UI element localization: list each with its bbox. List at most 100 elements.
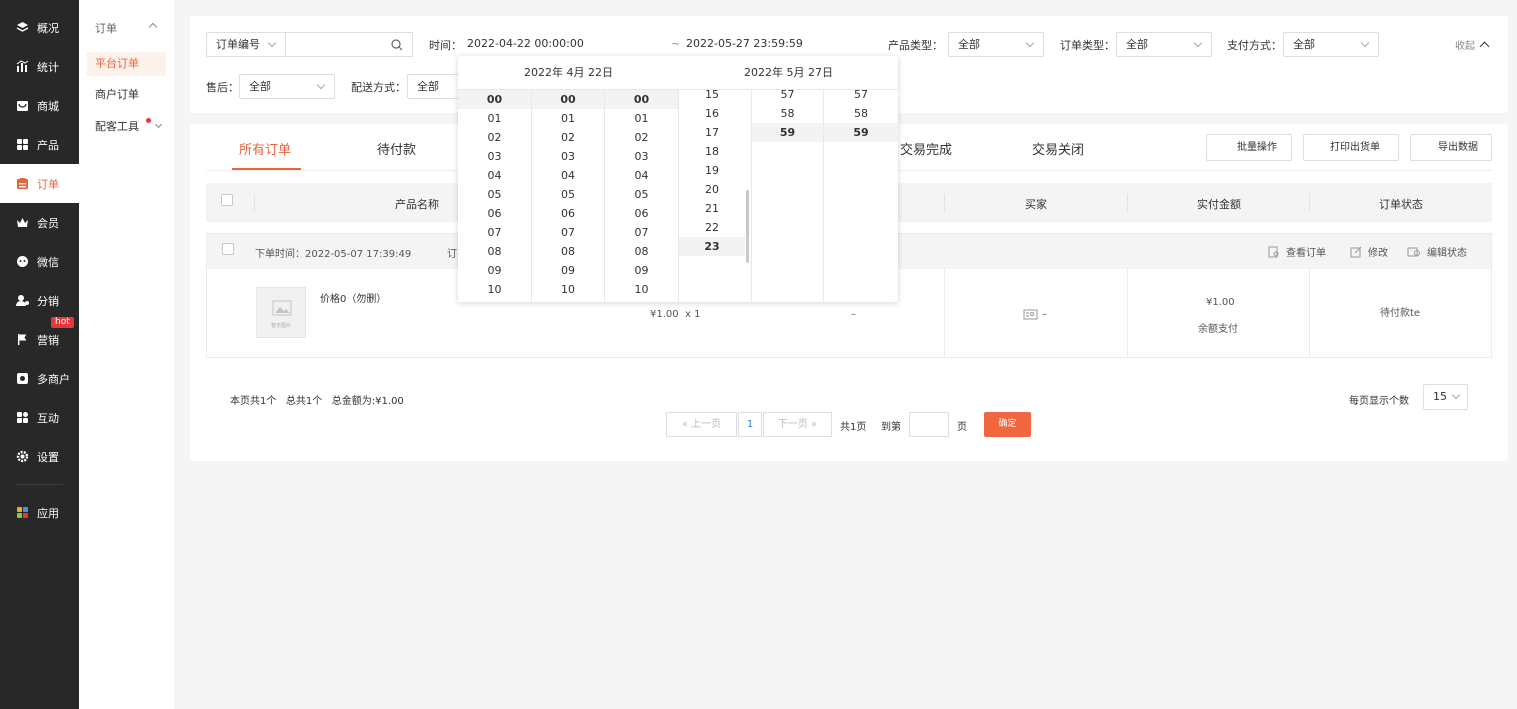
hour-option[interactable]: 02 xyxy=(458,128,531,147)
hour-option[interactable]: 05 xyxy=(458,185,531,204)
minute-option[interactable]: 58 xyxy=(752,104,823,123)
chevron-up-icon[interactable] xyxy=(148,22,158,32)
next-page-button[interactable]: 下一页 » xyxy=(763,412,832,437)
minute-option[interactable]: 06 xyxy=(532,204,604,223)
prev-page-button[interactable]: « 上一页 xyxy=(666,412,737,437)
picker-start-date-header[interactable]: 2022年 4月 22日 xyxy=(458,56,679,90)
minute-option[interactable]: 04 xyxy=(532,166,604,185)
sidebar-item-interact[interactable]: 互动 xyxy=(0,398,79,437)
print-shipping-list-button[interactable]: 打印出货单 xyxy=(1303,134,1399,161)
hour-option[interactable]: 10 xyxy=(458,280,531,299)
hour-option[interactable]: 00 xyxy=(458,90,531,109)
hour-option[interactable]: 06 xyxy=(458,204,531,223)
second-option[interactable]: 02 xyxy=(605,128,678,147)
second-option[interactable]: 05 xyxy=(605,185,678,204)
minute-option[interactable]: 57 xyxy=(752,85,823,104)
subnav-group-title[interactable]: 订单 xyxy=(95,20,117,36)
payment-method-select[interactable]: 全部 xyxy=(1283,32,1379,57)
per-page-select[interactable]: 15 xyxy=(1423,384,1468,410)
collapse-toggle[interactable]: 收起 xyxy=(1455,37,1490,52)
hour-option[interactable]: 17 xyxy=(679,123,745,142)
goto-page-input[interactable] xyxy=(909,412,949,437)
tab-closed[interactable]: 交易关闭 xyxy=(1032,139,1084,158)
subnav-item-delivery-tools[interactable]: 配客工具 xyxy=(87,115,166,139)
product-type-select[interactable]: 全部 xyxy=(948,32,1044,57)
tab-pending-payment[interactable]: 待付款 xyxy=(377,139,416,158)
hour-option[interactable]: 20 xyxy=(679,180,745,199)
sidebar-item-distribution[interactable]: 分销 xyxy=(0,281,79,320)
subnav-item-merchant-orders[interactable]: 商户订单 xyxy=(87,83,166,107)
second-option[interactable]: 01 xyxy=(605,109,678,128)
hour-option[interactable]: 23 xyxy=(679,237,745,256)
minute-option[interactable]: 02 xyxy=(532,128,604,147)
hour-option[interactable]: 04 xyxy=(458,166,531,185)
order-number-input[interactable] xyxy=(285,32,413,57)
edit-status-link[interactable]: 编辑状态 xyxy=(1407,244,1467,259)
order-number-select[interactable]: 订单编号 xyxy=(206,32,286,57)
hour-option[interactable]: 15 xyxy=(679,85,745,104)
minute-option[interactable]: 07 xyxy=(532,223,604,242)
tab-completed[interactable]: 交易完成 xyxy=(900,139,952,158)
subnav-item-platform-orders[interactable]: 平台订单 xyxy=(87,52,166,76)
select-all-checkbox[interactable] xyxy=(221,194,233,206)
sidebar-item-settings[interactable]: 设置 xyxy=(0,437,79,476)
sidebar-item-stats[interactable]: 统计 xyxy=(0,47,79,86)
hour-option[interactable]: 22 xyxy=(679,218,745,237)
minute-option[interactable]: 03 xyxy=(532,147,604,166)
view-order-link[interactable]: 查看订单 xyxy=(1268,244,1326,259)
sidebar-item-wechat[interactable]: 微信 xyxy=(0,242,79,281)
minute-option[interactable]: 10 xyxy=(532,280,604,299)
second-option[interactable]: 57 xyxy=(824,85,898,104)
sidebar-item-order[interactable]: 订单 xyxy=(0,164,79,203)
order-checkbox[interactable] xyxy=(222,243,234,255)
minute-option[interactable]: 00 xyxy=(532,90,604,109)
export-data-button[interactable]: 导出数据 xyxy=(1410,134,1492,161)
end-second-column[interactable]: 57 58 59 xyxy=(824,85,898,297)
minute-option[interactable]: 09 xyxy=(532,261,604,280)
sidebar-item-shop[interactable]: 商城 xyxy=(0,86,79,125)
start-minute-column[interactable]: 00 01 02 03 04 05 06 07 08 09 10 xyxy=(532,90,604,302)
hour-option[interactable]: 08 xyxy=(458,242,531,261)
second-option[interactable]: 00 xyxy=(605,90,678,109)
second-option[interactable]: 07 xyxy=(605,223,678,242)
minute-option[interactable]: 08 xyxy=(532,242,604,261)
second-option[interactable]: 04 xyxy=(605,166,678,185)
time-range-input[interactable]: 2022-04-22 00:00:00 ~ 2022-05-27 23:59:5… xyxy=(458,32,898,57)
end-hour-column[interactable]: 15 16 17 18 19 20 21 22 23 xyxy=(679,85,745,297)
second-option[interactable]: 10 xyxy=(605,280,678,299)
sidebar-item-overview[interactable]: 概况 xyxy=(0,8,79,47)
hour-option[interactable]: 16 xyxy=(679,104,745,123)
order-type-select[interactable]: 全部 xyxy=(1116,32,1212,57)
hour-scrollbar[interactable] xyxy=(746,190,749,263)
minute-option[interactable]: 59 xyxy=(752,123,823,142)
edit-order-link[interactable]: 修改 xyxy=(1350,244,1388,259)
after-sale-select[interactable]: 全部 xyxy=(239,74,335,99)
hour-option[interactable]: 21 xyxy=(679,199,745,218)
tab-all-orders[interactable]: 所有订单 xyxy=(239,139,291,158)
second-option[interactable]: 03 xyxy=(605,147,678,166)
end-minute-column[interactable]: 57 58 59 xyxy=(752,85,823,297)
hour-option[interactable]: 18 xyxy=(679,142,745,161)
hour-option[interactable]: 03 xyxy=(458,147,531,166)
hour-option[interactable]: 01 xyxy=(458,109,531,128)
hour-option[interactable]: 09 xyxy=(458,261,531,280)
hour-option[interactable]: 07 xyxy=(458,223,531,242)
page-1-button[interactable]: 1 xyxy=(738,412,762,437)
batch-operation-button[interactable]: 批量操作 xyxy=(1206,134,1292,161)
sidebar-item-product[interactable]: 产品 xyxy=(0,125,79,164)
second-option[interactable]: 09 xyxy=(605,261,678,280)
second-option[interactable]: 58 xyxy=(824,104,898,123)
confirm-goto-button[interactable]: 确定 xyxy=(984,412,1031,437)
minute-option[interactable]: 05 xyxy=(532,185,604,204)
sidebar-item-apps[interactable]: 应用 xyxy=(0,493,79,532)
second-option[interactable]: 06 xyxy=(605,204,678,223)
sidebar-item-multi-merchant[interactable]: 多商户 xyxy=(0,359,79,398)
start-second-column[interactable]: 00 01 02 03 04 05 06 07 08 09 10 xyxy=(605,90,678,302)
start-hour-column[interactable]: 00 01 02 03 04 05 06 07 08 09 10 xyxy=(458,90,531,302)
hour-option[interactable]: 19 xyxy=(679,161,745,180)
second-option[interactable]: 08 xyxy=(605,242,678,261)
sidebar-item-member[interactable]: 会员 xyxy=(0,203,79,242)
minute-option[interactable]: 01 xyxy=(532,109,604,128)
second-option[interactable]: 59 xyxy=(824,123,898,142)
product-thumbnail[interactable]: 暂无图片 xyxy=(256,287,306,338)
